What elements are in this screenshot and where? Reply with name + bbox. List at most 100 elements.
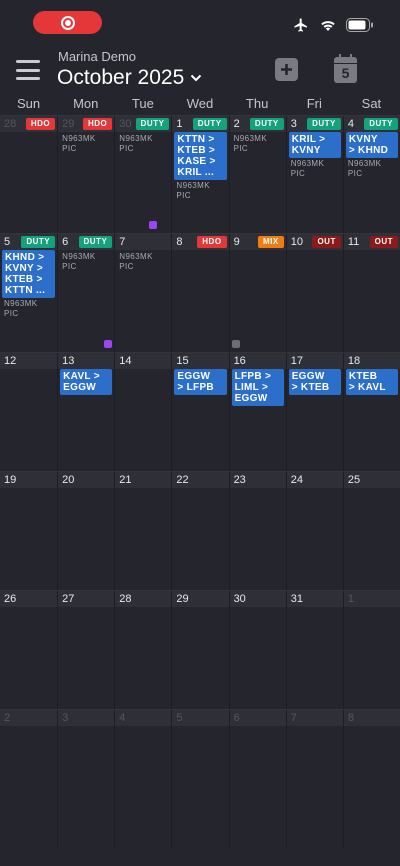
day-cell[interactable]: 2 [0, 710, 58, 848]
day-number: 2 [4, 712, 11, 724]
day-cell[interactable]: 5 DUTY KHND > KVNY > KTEB > KTTN ... N963MK PIC [0, 234, 58, 352]
trip-leg: LFPB > [234, 371, 272, 382]
day-cell[interactable]: 30 DUTY N963MK PIC [114, 116, 172, 233]
trip-leg: KTTN ... [5, 285, 46, 296]
day-cell[interactable]: 25 [342, 472, 400, 590]
day-number: 29 [62, 118, 75, 130]
trip-event[interactable]: LFPB > LIML > EGGW [231, 369, 284, 406]
day-cell[interactable]: 31 [285, 591, 343, 709]
day-cell[interactable]: 12 [0, 353, 58, 471]
tail-number: N963MK [176, 181, 210, 190]
day-cell[interactable]: 20 [57, 472, 115, 590]
day-cell[interactable]: 16 LFPB > LIML > EGGW [228, 353, 286, 471]
trip-event[interactable]: KRIL > KVNY [288, 132, 341, 158]
day-number: 4 [347, 118, 354, 130]
tail-number: N963MK [290, 159, 325, 168]
day-cell[interactable]: 4 [114, 710, 172, 848]
day-cell[interactable]: 29 HDO N963MK PIC [57, 116, 115, 233]
week-row: 12 13 KAVL > EGGW 14 15 EGGW > LFPB 16 LFPB > LIML… [0, 352, 400, 471]
day-cell[interactable]: 22 [171, 472, 229, 590]
trip-leg: > KHND [348, 145, 389, 156]
day-cell[interactable]: 30 [228, 591, 286, 709]
day-number: 12 [4, 355, 17, 367]
crew-assignment: N963MK PIC [291, 159, 325, 179]
crew-assignment: N963MK PIC [4, 299, 38, 319]
status-badge: OUT [369, 236, 398, 248]
status-badge: MIX [257, 236, 284, 248]
day-cell[interactable]: 8 [342, 710, 400, 848]
day-cell[interactable]: 1 DUTY KTTN > KTEB > KASE > KRIL ... N963MK PIC [171, 116, 229, 233]
trip-event[interactable]: KTTN > KTEB > KASE > KRIL ... [174, 132, 227, 180]
day-cell[interactable]: 18 KTEB > KAVL [342, 353, 400, 471]
add-event-button[interactable] [275, 58, 298, 81]
month-picker[interactable]: October 2025 [57, 66, 202, 90]
screen-recording-indicator[interactable] [33, 11, 102, 34]
day-cell[interactable]: 3 DUTY KRIL > KVNY N963MK PIC [285, 116, 343, 233]
day-cell[interactable]: 14 [114, 353, 172, 471]
week-row: 5 DUTY KHND > KVNY > KTEB > KTTN ... N963MK PIC… [0, 233, 400, 352]
day-cell[interactable]: 2 DUTY N963MK PIC [228, 116, 286, 233]
trip-leg: KTEB > [177, 145, 216, 156]
day-cell[interactable]: 21 [114, 472, 172, 590]
crew-role: PIC [119, 262, 134, 271]
day-cell[interactable]: 4 DUTY KVNY > KHND N963MK PIC [342, 116, 400, 233]
week-row: 2 3 4 5 6 7 8 [0, 709, 400, 848]
day-cell[interactable]: 6 DUTY N963MK PIC [57, 234, 115, 352]
day-cell[interactable]: 24 [285, 472, 343, 590]
day-cell[interactable]: 11 OUT [342, 234, 400, 352]
day-cell[interactable]: 5 [171, 710, 229, 848]
day-cell[interactable]: 17 EGGW > KTEB [285, 353, 343, 471]
day-cell[interactable]: 10 OUT [285, 234, 343, 352]
crew-assignment: N963MK PIC [62, 252, 96, 272]
day-cell[interactable]: 27 [57, 591, 115, 709]
today-button[interactable]: 5 [334, 54, 357, 83]
day-cell[interactable]: 23 [228, 472, 286, 590]
day-number: 27 [62, 593, 75, 605]
battery-icon [346, 18, 374, 32]
crew-role: PIC [176, 191, 191, 200]
day-number: 3 [62, 712, 69, 724]
wifi-icon [320, 19, 336, 31]
trip-event[interactable]: KTEB > KAVL [345, 369, 398, 395]
trip-event[interactable]: KVNY > KHND [345, 132, 398, 158]
trip-leg: KTTN > [177, 134, 215, 145]
day-cell[interactable]: 8 HDO [171, 234, 229, 352]
day-cell[interactable]: 13 KAVL > EGGW [57, 353, 115, 471]
day-number: 18 [347, 355, 361, 367]
day-cell[interactable]: 7 [285, 710, 343, 848]
month-grid: 28 HDO 29 HDO N963MK PIC 30 DUTY N963MK PIC 1 DUTY K… [0, 115, 400, 848]
day-cell[interactable]: 1 [342, 591, 400, 709]
day-cell[interactable]: 26 [0, 591, 58, 709]
day-cell[interactable]: 7 N963MK PIC [114, 234, 172, 352]
weekday-label: Fri [306, 96, 322, 111]
trip-event[interactable]: EGGW > LFPB [174, 369, 227, 395]
crew-role: PIC [119, 144, 134, 153]
week-row: 19 20 21 22 23 24 25 [0, 471, 400, 590]
weekday-label: Sat [361, 96, 382, 111]
day-number: 15 [176, 355, 189, 367]
day-cell[interactable]: 28 [114, 591, 172, 709]
day-cell[interactable]: 28 HDO [0, 116, 58, 233]
day-cell[interactable]: 6 [228, 710, 286, 848]
record-icon [60, 15, 75, 30]
day-cell[interactable]: 29 [171, 591, 229, 709]
day-number: 7 [119, 236, 126, 248]
day-cell[interactable]: 19 [0, 472, 58, 590]
weekday-label: Tue [131, 96, 154, 111]
day-number: 29 [176, 593, 189, 605]
day-number: 3 [290, 118, 297, 130]
day-number: 30 [233, 593, 246, 605]
trip-leg: KHND > [5, 252, 45, 263]
trip-event[interactable]: KAVL > EGGW [60, 369, 113, 395]
day-number: 31 [290, 593, 303, 605]
trip-event[interactable]: KHND > KVNY > KTEB > KTTN ... [2, 250, 56, 298]
day-cell[interactable]: 15 EGGW > LFPB [171, 353, 229, 471]
day-number: 11 [347, 236, 360, 248]
trip-event[interactable]: EGGW > KTEB [288, 369, 341, 395]
trip-leg: > KAVL [348, 382, 386, 393]
trip-leg: > KTEB [291, 382, 330, 393]
event-marker [149, 221, 158, 229]
day-cell[interactable]: 9 MIX [228, 234, 286, 352]
day-cell[interactable]: 3 [57, 710, 115, 848]
menu-icon[interactable] [16, 60, 40, 80]
